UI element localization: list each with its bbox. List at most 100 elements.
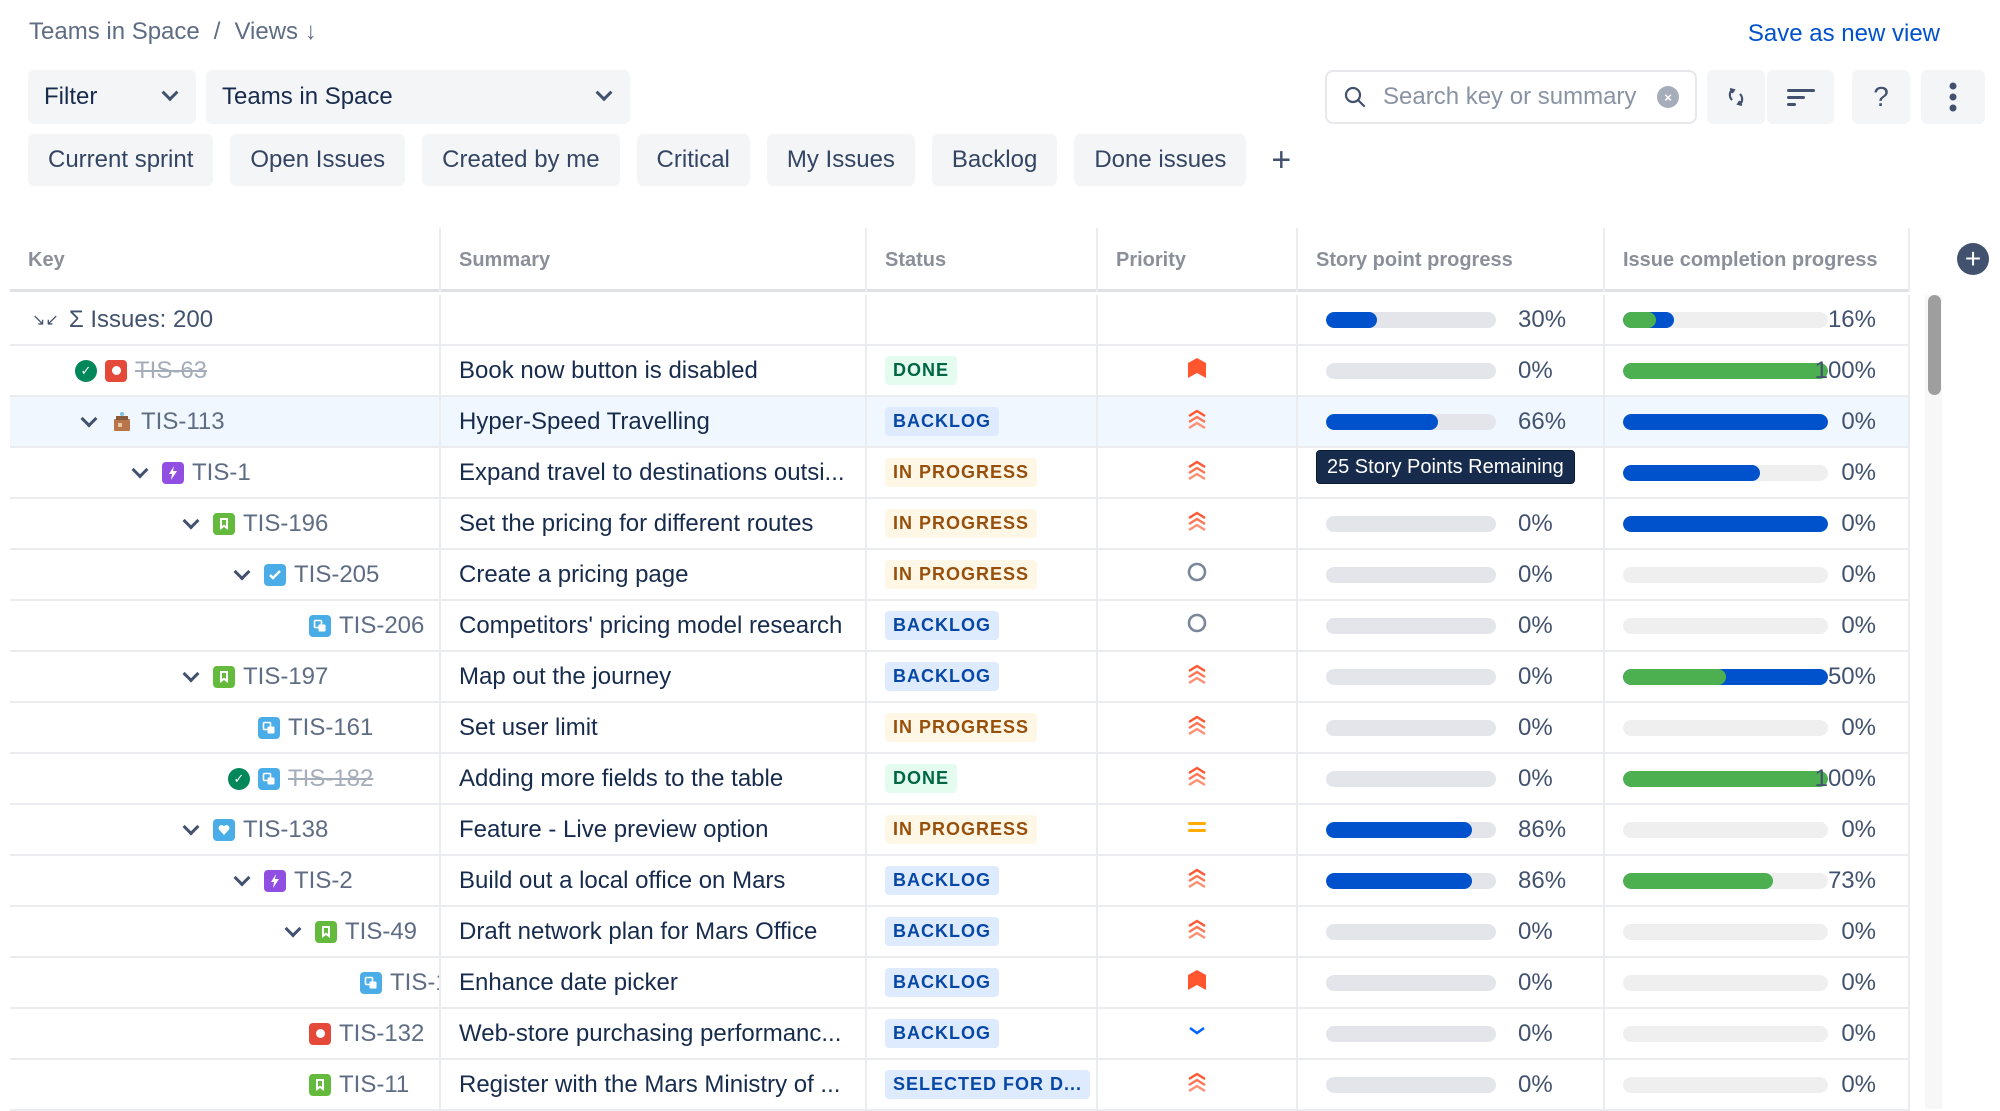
table-row[interactable]: TIS-49 Draft network plan for Mars Offic… bbox=[10, 907, 1910, 958]
issue-summary[interactable]: Draft network plan for Mars Office bbox=[459, 918, 817, 946]
quick-filter-critical[interactable]: Critical bbox=[636, 134, 750, 186]
table-row[interactable]: TIS-1 Expand travel to destinations outs… bbox=[10, 448, 1910, 499]
column-header-summary[interactable]: Summary bbox=[441, 228, 867, 292]
table-row[interactable]: TIS-205 Create a pricing page IN PROGRES… bbox=[10, 550, 1910, 601]
table-row[interactable]: TIS-11 Register with the Mars Ministry o… bbox=[10, 1060, 1910, 1111]
status-badge[interactable]: BACKLOG bbox=[885, 611, 999, 640]
column-header-story-point-progress[interactable]: Story point progress bbox=[1298, 228, 1605, 292]
issue-key-link[interactable]: TIS-2 bbox=[294, 867, 353, 895]
issue-summary[interactable]: Book now button is disabled bbox=[459, 357, 758, 385]
table-row[interactable]: TIS-161 Set user limit IN PROGRESS 0% 0% bbox=[10, 703, 1910, 754]
quick-filter-open-issues[interactable]: Open Issues bbox=[230, 134, 406, 186]
issue-key-link[interactable]: TIS-132 bbox=[339, 1020, 424, 1048]
refresh-button[interactable] bbox=[1707, 70, 1765, 124]
table-row[interactable]: ✓ TIS-182 Adding more fields to the tabl… bbox=[10, 754, 1910, 805]
table-row[interactable]: TIS-197 Map out the journey BACKLOG 0% 5… bbox=[10, 652, 1910, 703]
expand-chevron-icon[interactable] bbox=[233, 563, 251, 580]
expand-chevron-icon[interactable] bbox=[182, 818, 200, 835]
status-badge[interactable]: DONE bbox=[885, 764, 958, 793]
issue-key-link[interactable]: TIS-138 bbox=[243, 816, 328, 844]
status-badge[interactable]: BACKLOG bbox=[885, 866, 999, 895]
status-badge[interactable]: IN PROGRESS bbox=[885, 509, 1038, 538]
issue-key-link[interactable]: TIS-11 bbox=[339, 1071, 409, 1099]
status-badge[interactable]: BACKLOG bbox=[885, 407, 999, 436]
issue-summary[interactable]: Web-store purchasing performanc... bbox=[459, 1020, 841, 1048]
views-dropdown[interactable]: Views ↓ bbox=[234, 18, 316, 46]
issue-key-link[interactable]: TIS-197 bbox=[243, 663, 328, 691]
issue-summary[interactable]: Adding more fields to the table bbox=[459, 765, 783, 793]
status-badge[interactable]: SELECTED FOR D... bbox=[885, 1070, 1091, 1099]
vertical-scrollbar[interactable] bbox=[1925, 295, 1942, 1109]
table-row[interactable]: ✓ TIS-63 Book now button is disabled DON… bbox=[10, 346, 1910, 397]
column-header-status[interactable]: Status bbox=[867, 228, 1098, 292]
table-row[interactable]: TIS-138 Feature - Live preview option IN… bbox=[10, 805, 1910, 856]
issue-summary[interactable]: Expand travel to destinations outsi... bbox=[459, 459, 845, 487]
project-select[interactable]: Teams in Space bbox=[206, 70, 630, 124]
breadcrumb-project[interactable]: Teams in Space bbox=[29, 18, 200, 46]
table-row[interactable]: TIS-2 Build out a local office on Mars B… bbox=[10, 856, 1910, 907]
expand-chevron-icon[interactable] bbox=[80, 410, 98, 427]
table-row[interactable]: TIS-162 Enhance date picker BACKLOG 0% 0… bbox=[10, 958, 1910, 1009]
status-badge[interactable]: BACKLOG bbox=[885, 917, 999, 946]
sort-button[interactable] bbox=[1767, 70, 1834, 124]
status-badge[interactable]: IN PROGRESS bbox=[885, 458, 1038, 487]
issue-key-link[interactable]: TIS-162 bbox=[390, 969, 439, 997]
table-row[interactable]: TIS-113 Hyper-Speed Travelling BACKLOG 6… bbox=[10, 397, 1910, 448]
more-button[interactable] bbox=[1921, 70, 1985, 124]
status-badge[interactable]: IN PROGRESS bbox=[885, 815, 1038, 844]
add-column-button[interactable]: + bbox=[1957, 243, 1989, 275]
issue-summary[interactable]: Map out the journey bbox=[459, 663, 671, 691]
issue-summary[interactable]: Enhance date picker bbox=[459, 969, 678, 997]
clear-search-icon[interactable]: × bbox=[1657, 86, 1679, 108]
issue-key-link[interactable]: TIS-205 bbox=[294, 561, 379, 589]
issue-key-link[interactable]: TIS-161 bbox=[288, 714, 373, 742]
priority-cell bbox=[1098, 448, 1298, 497]
issue-summary[interactable]: Feature - Live preview option bbox=[459, 816, 769, 844]
issue-key-link[interactable]: TIS-63 bbox=[135, 357, 207, 385]
table-row[interactable]: TIS-132 Web-store purchasing performanc.… bbox=[10, 1009, 1910, 1060]
quick-filter-done-issues[interactable]: Done issues bbox=[1074, 134, 1247, 186]
issue-summary[interactable]: Set user limit bbox=[459, 714, 598, 742]
expand-chevron-icon[interactable] bbox=[182, 665, 200, 682]
expand-chevron-icon[interactable] bbox=[182, 512, 200, 529]
collapse-all-icon[interactable]: ↘↙ bbox=[32, 310, 59, 330]
issue-summary[interactable]: Register with the Mars Ministry of ... bbox=[459, 1071, 840, 1099]
refresh-icon bbox=[1728, 88, 1744, 106]
quick-filter-created-by-me[interactable]: Created by me bbox=[422, 134, 620, 186]
issue-summary[interactable]: Create a pricing page bbox=[459, 561, 688, 589]
quick-filter-backlog[interactable]: Backlog bbox=[931, 134, 1058, 186]
status-badge[interactable]: BACKLOG bbox=[885, 968, 999, 997]
help-button[interactable]: ? bbox=[1852, 70, 1910, 124]
add-quick-filter-button[interactable]: + bbox=[1271, 143, 1291, 177]
status-badge[interactable]: DONE bbox=[885, 356, 958, 385]
filter-select[interactable]: Filter bbox=[28, 70, 196, 124]
quick-filter-my-issues[interactable]: My Issues bbox=[766, 134, 915, 186]
issue-key-link[interactable]: TIS-49 bbox=[345, 918, 417, 946]
quick-filter-current-sprint[interactable]: Current sprint bbox=[28, 134, 214, 186]
status-badge[interactable]: BACKLOG bbox=[885, 1019, 999, 1048]
issue-key-link[interactable]: TIS-206 bbox=[339, 612, 424, 640]
expand-chevron-icon[interactable] bbox=[284, 920, 302, 937]
issue-key-link[interactable]: TIS-196 bbox=[243, 510, 328, 538]
issue-key-link[interactable]: TIS-182 bbox=[288, 765, 373, 793]
column-header-issue-completion-progress[interactable]: Issue completion progress bbox=[1605, 228, 1910, 292]
scrollbar-thumb[interactable] bbox=[1928, 295, 1941, 395]
status-badge[interactable]: IN PROGRESS bbox=[885, 713, 1038, 742]
search-input[interactable] bbox=[1383, 83, 1641, 111]
column-header-key[interactable]: Key bbox=[10, 228, 441, 292]
table-row[interactable]: TIS-206 Competitors' pricing model resea… bbox=[10, 601, 1910, 652]
column-header-priority[interactable]: Priority bbox=[1098, 228, 1298, 292]
issue-key-link[interactable]: TIS-113 bbox=[141, 408, 225, 436]
status-badge[interactable]: BACKLOG bbox=[885, 662, 999, 691]
summary-cell: Competitors' pricing model research bbox=[441, 601, 867, 650]
expand-chevron-icon[interactable] bbox=[233, 869, 251, 886]
expand-chevron-icon[interactable] bbox=[131, 461, 149, 478]
issue-summary[interactable]: Build out a local office on Mars bbox=[459, 867, 785, 895]
issue-key-link[interactable]: TIS-1 bbox=[192, 459, 251, 487]
issue-summary[interactable]: Set the pricing for different routes bbox=[459, 510, 813, 538]
table-row[interactable]: TIS-196 Set the pricing for different ro… bbox=[10, 499, 1910, 550]
save-as-new-view-link[interactable]: Save as new view bbox=[1748, 20, 1940, 48]
issue-summary[interactable]: Competitors' pricing model research bbox=[459, 612, 842, 640]
status-badge[interactable]: IN PROGRESS bbox=[885, 560, 1038, 589]
issue-summary[interactable]: Hyper-Speed Travelling bbox=[459, 408, 710, 436]
